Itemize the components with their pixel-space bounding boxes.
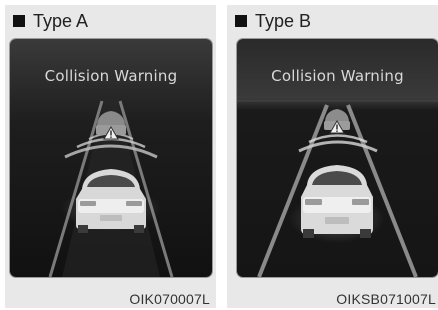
own-vehicle-icon — [76, 169, 146, 233]
type-a-panel: Type A Collision Warning OIK070007L — [5, 5, 216, 308]
type-a-image-code: OIK070007L — [129, 291, 210, 307]
type-b-label: Type B — [255, 10, 312, 31]
bullet-square-icon — [235, 15, 247, 27]
bullet-square-icon — [13, 15, 25, 27]
type-a-label: Type A — [33, 10, 89, 31]
collision-warning-message: Collision Warning — [271, 67, 404, 85]
type-b-image-code: OIKSB071007L — [336, 291, 436, 307]
type-b-display-screen: Collision Warning — [237, 39, 438, 277]
collision-warning-message: Collision Warning — [44, 67, 178, 85]
type-b-panel: Type B Collision Warning OIKSB071007L — [227, 5, 438, 308]
type-a-header: Type A — [13, 9, 88, 33]
type-a-display-screen: Collision Warning — [10, 39, 212, 277]
type-b-header: Type B — [235, 9, 311, 33]
own-vehicle-icon — [301, 165, 373, 238]
